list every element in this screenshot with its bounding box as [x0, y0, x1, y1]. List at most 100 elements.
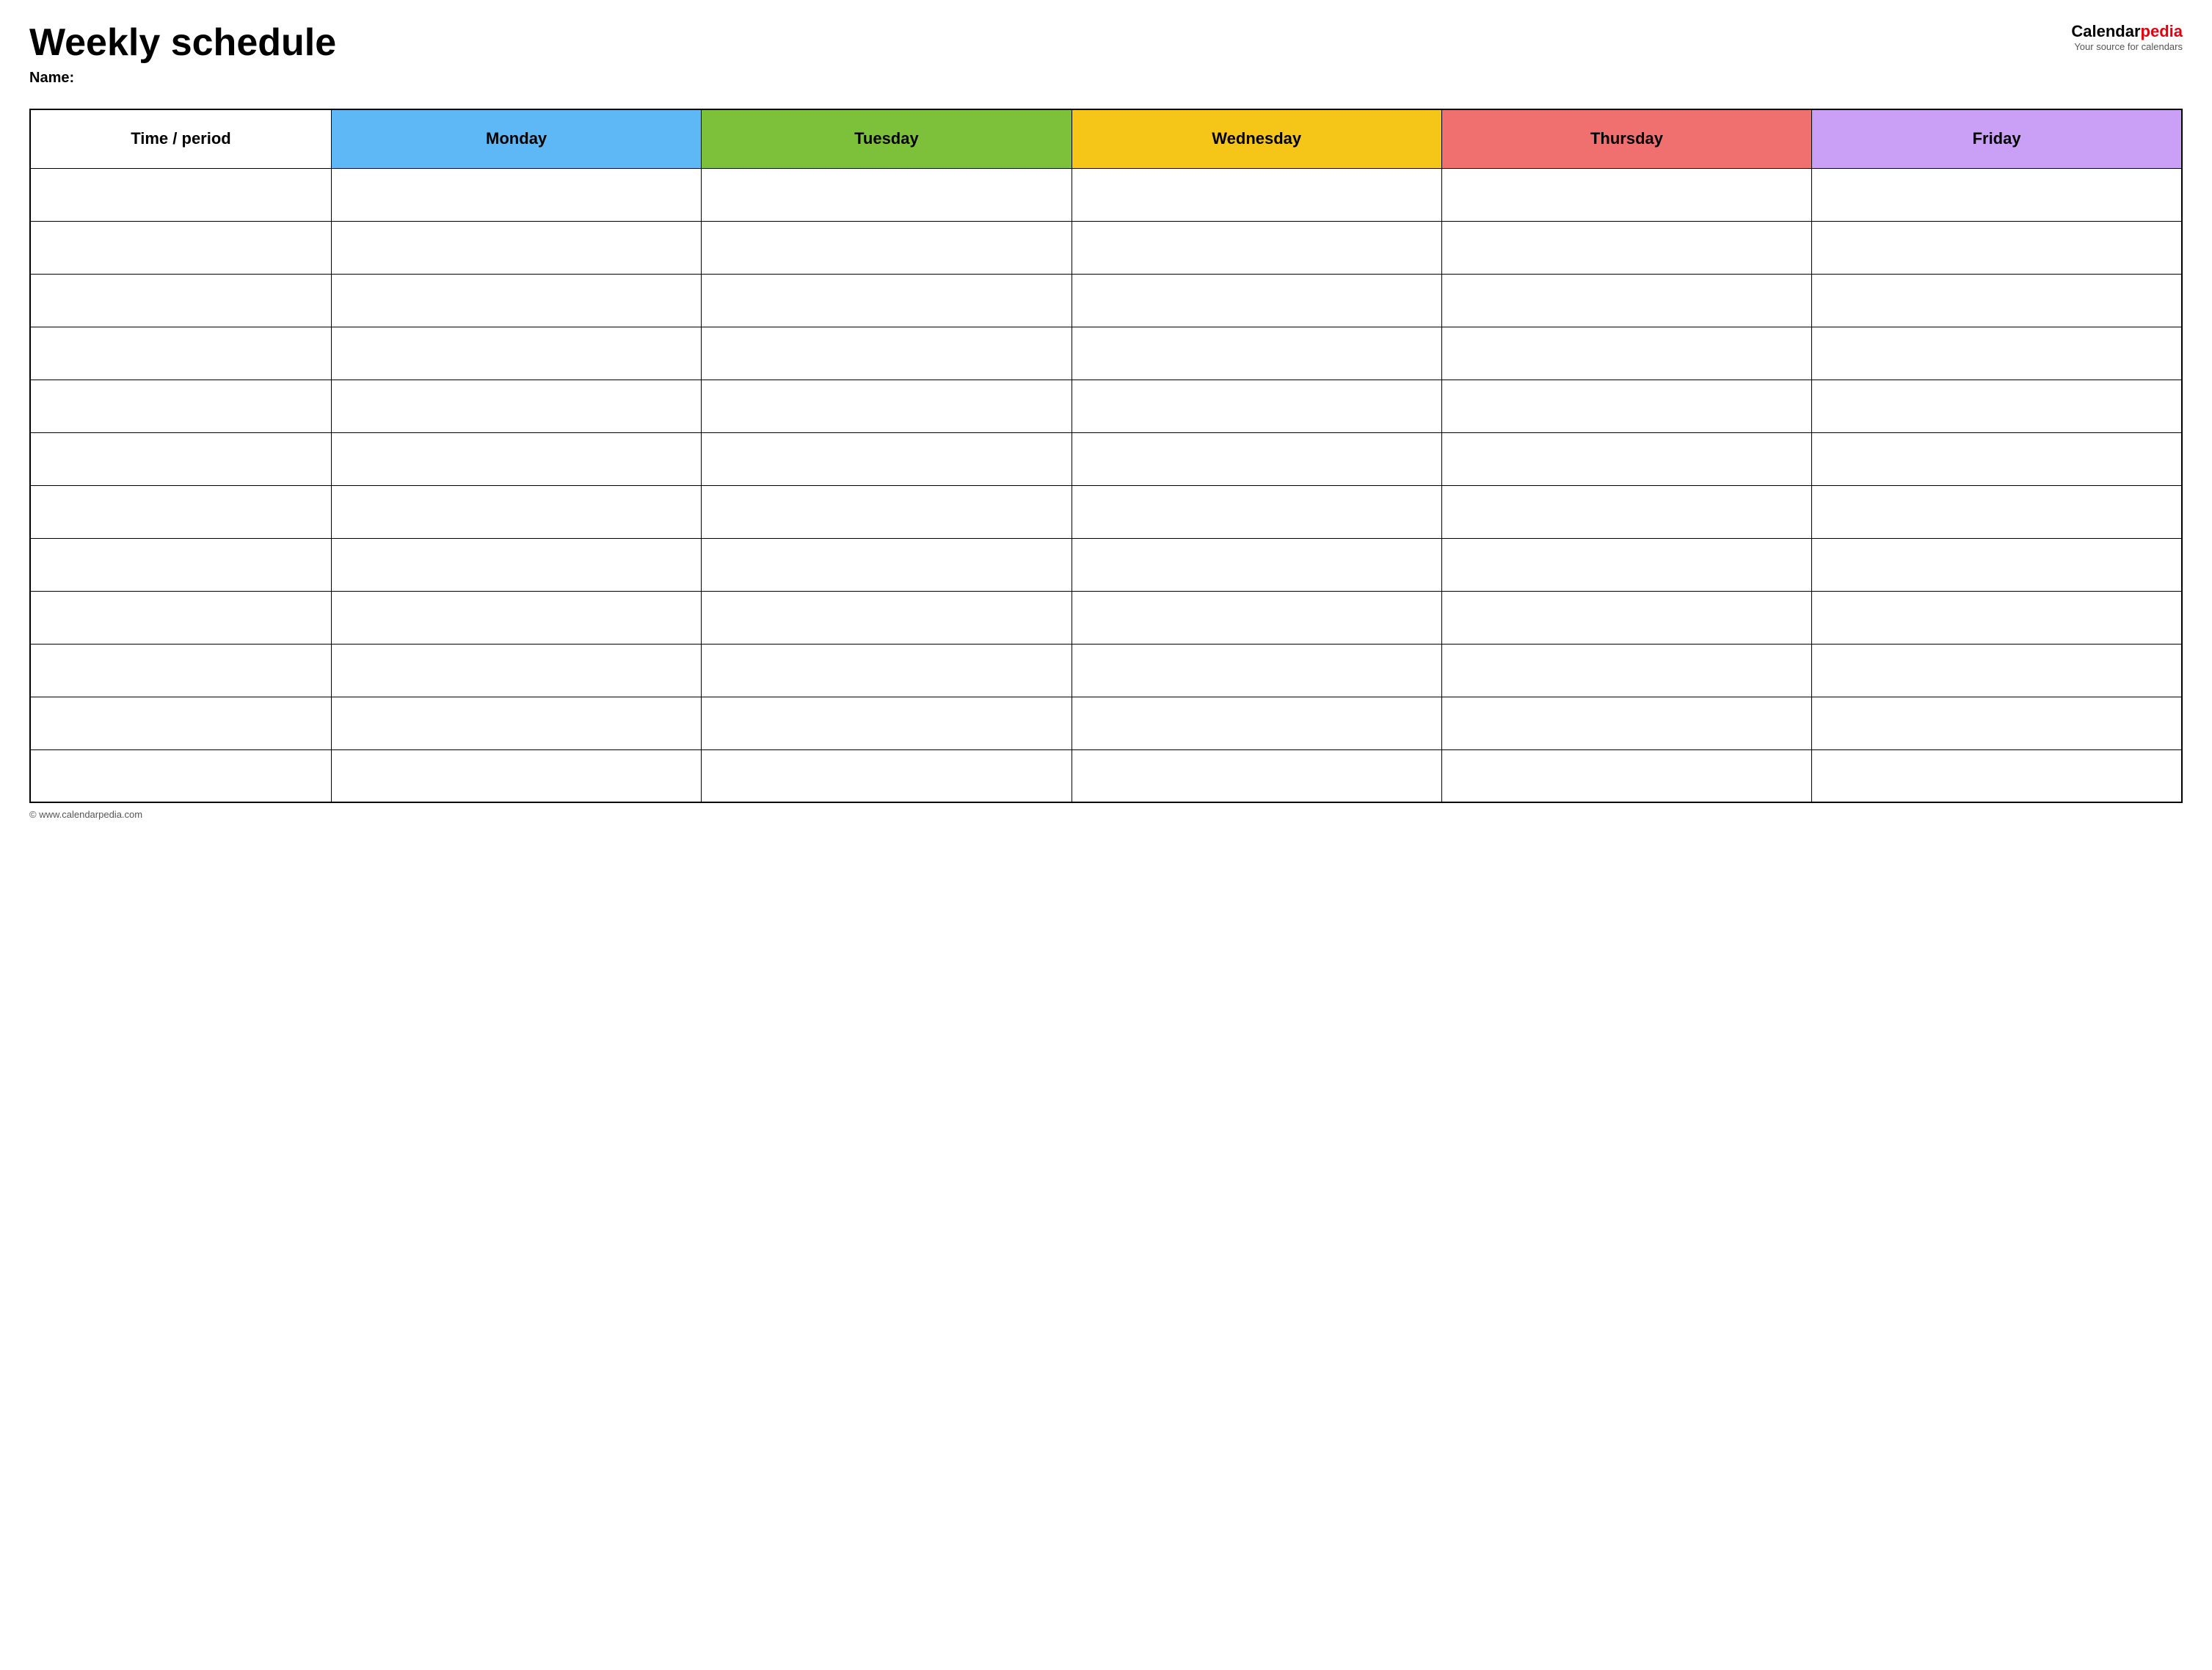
table-row	[30, 274, 2182, 327]
day-cell[interactable]	[1441, 749, 1811, 802]
schedule-body	[30, 168, 2182, 802]
day-cell[interactable]	[331, 168, 701, 221]
day-cell[interactable]	[1072, 380, 1441, 432]
table-row	[30, 327, 2182, 380]
name-label: Name:	[29, 70, 2071, 87]
time-cell[interactable]	[30, 274, 331, 327]
day-cell[interactable]	[1072, 749, 1441, 802]
col-header-friday: Friday	[1812, 109, 2182, 168]
table-row	[30, 432, 2182, 485]
table-row	[30, 644, 2182, 697]
day-cell[interactable]	[331, 485, 701, 538]
day-cell[interactable]	[702, 274, 1072, 327]
page-title: Weekly schedule	[29, 22, 2071, 64]
time-cell[interactable]	[30, 749, 331, 802]
day-cell[interactable]	[1072, 221, 1441, 274]
day-cell[interactable]	[1072, 538, 1441, 591]
time-cell[interactable]	[30, 538, 331, 591]
footer: © www.calendarpedia.com	[29, 809, 2183, 820]
day-cell[interactable]	[1812, 274, 2182, 327]
day-cell[interactable]	[1441, 380, 1811, 432]
day-cell[interactable]	[702, 327, 1072, 380]
time-cell[interactable]	[30, 221, 331, 274]
title-section: Weekly schedule Name:	[29, 22, 2071, 101]
day-cell[interactable]	[1812, 168, 2182, 221]
day-cell[interactable]	[1072, 485, 1441, 538]
day-cell[interactable]	[1812, 749, 2182, 802]
day-cell[interactable]	[702, 591, 1072, 644]
header-row: Time / period Monday Tuesday Wednesday T…	[30, 109, 2182, 168]
day-cell[interactable]	[702, 538, 1072, 591]
day-cell[interactable]	[702, 432, 1072, 485]
day-cell[interactable]	[331, 221, 701, 274]
day-cell[interactable]	[1072, 644, 1441, 697]
day-cell[interactable]	[1072, 168, 1441, 221]
day-cell[interactable]	[702, 697, 1072, 749]
day-cell[interactable]	[331, 749, 701, 802]
logo-section: Calendarpedia Your source for calendars	[2071, 22, 2183, 52]
day-cell[interactable]	[1441, 274, 1811, 327]
time-cell[interactable]	[30, 644, 331, 697]
day-cell[interactable]	[1072, 327, 1441, 380]
day-cell[interactable]	[1812, 644, 2182, 697]
day-cell[interactable]	[331, 697, 701, 749]
day-cell[interactable]	[331, 380, 701, 432]
day-cell[interactable]	[331, 274, 701, 327]
day-cell[interactable]	[1812, 221, 2182, 274]
table-row	[30, 749, 2182, 802]
day-cell[interactable]	[1441, 432, 1811, 485]
day-cell[interactable]	[1441, 538, 1811, 591]
table-row	[30, 168, 2182, 221]
day-cell[interactable]	[1441, 697, 1811, 749]
day-cell[interactable]	[1072, 591, 1441, 644]
time-cell[interactable]	[30, 485, 331, 538]
logo-pedia-part: pedia	[2141, 22, 2183, 40]
day-cell[interactable]	[702, 749, 1072, 802]
day-cell[interactable]	[331, 432, 701, 485]
day-cell[interactable]	[1072, 432, 1441, 485]
day-cell[interactable]	[331, 538, 701, 591]
table-row	[30, 538, 2182, 591]
col-header-thursday: Thursday	[1441, 109, 1811, 168]
time-cell[interactable]	[30, 168, 331, 221]
day-cell[interactable]	[702, 168, 1072, 221]
day-cell[interactable]	[1441, 591, 1811, 644]
logo-calendar-part: Calendar	[2071, 22, 2140, 40]
footer-text: © www.calendarpedia.com	[29, 809, 142, 820]
day-cell[interactable]	[1441, 485, 1811, 538]
day-cell[interactable]	[702, 380, 1072, 432]
time-cell[interactable]	[30, 697, 331, 749]
schedule-table: Time / period Monday Tuesday Wednesday T…	[29, 109, 2183, 803]
col-header-time: Time / period	[30, 109, 331, 168]
time-cell[interactable]	[30, 591, 331, 644]
day-cell[interactable]	[702, 221, 1072, 274]
day-cell[interactable]	[1441, 327, 1811, 380]
time-cell[interactable]	[30, 327, 331, 380]
time-cell[interactable]	[30, 432, 331, 485]
day-cell[interactable]	[1441, 168, 1811, 221]
time-cell[interactable]	[30, 380, 331, 432]
day-cell[interactable]	[702, 485, 1072, 538]
day-cell[interactable]	[331, 327, 701, 380]
day-cell[interactable]	[331, 591, 701, 644]
day-cell[interactable]	[1812, 697, 2182, 749]
col-header-monday: Monday	[331, 109, 701, 168]
day-cell[interactable]	[1812, 538, 2182, 591]
day-cell[interactable]	[1072, 697, 1441, 749]
day-cell[interactable]	[331, 644, 701, 697]
day-cell[interactable]	[702, 644, 1072, 697]
day-cell[interactable]	[1441, 644, 1811, 697]
logo-text: Calendarpedia	[2071, 22, 2183, 41]
header-area: Weekly schedule Name: Calendarpedia Your…	[29, 22, 2183, 101]
day-cell[interactable]	[1812, 327, 2182, 380]
day-cell[interactable]	[1812, 485, 2182, 538]
day-cell[interactable]	[1812, 380, 2182, 432]
col-header-tuesday: Tuesday	[702, 109, 1072, 168]
table-row	[30, 591, 2182, 644]
day-cell[interactable]	[1072, 274, 1441, 327]
col-header-wednesday: Wednesday	[1072, 109, 1441, 168]
day-cell[interactable]	[1441, 221, 1811, 274]
day-cell[interactable]	[1812, 591, 2182, 644]
table-row	[30, 697, 2182, 749]
day-cell[interactable]	[1812, 432, 2182, 485]
